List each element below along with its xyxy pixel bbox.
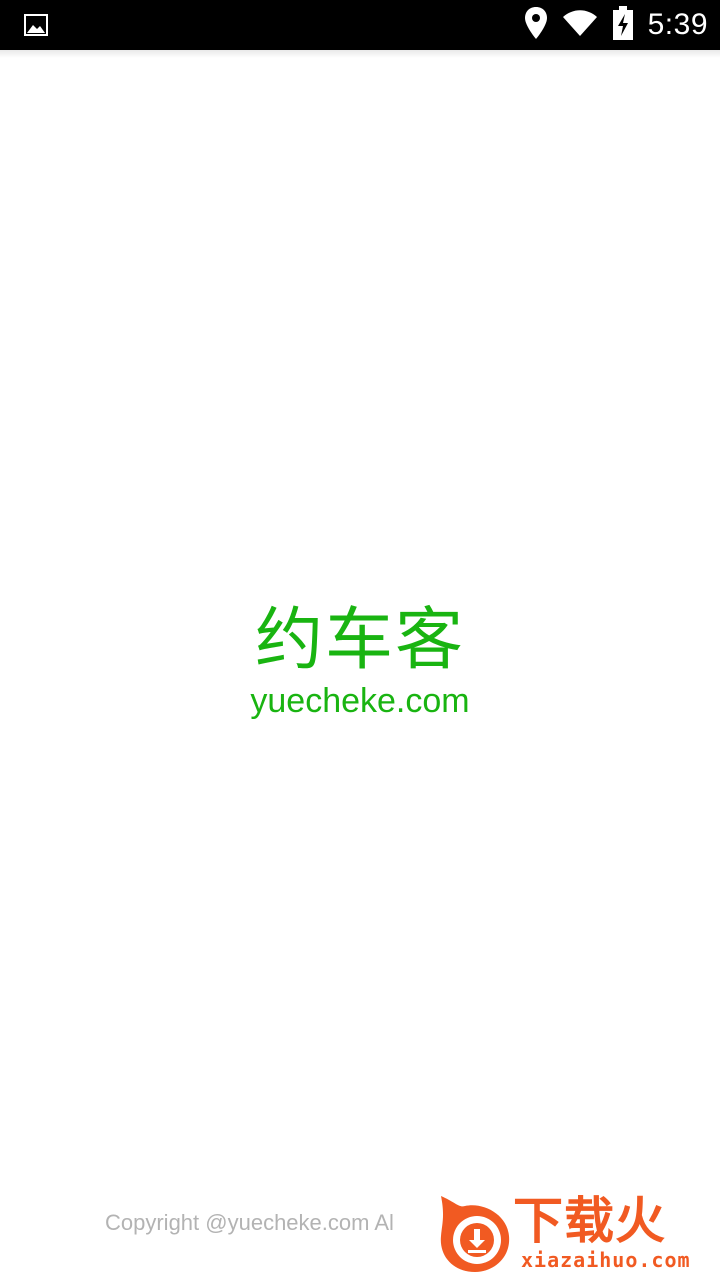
header-shadow: [0, 50, 720, 58]
wifi-icon: [562, 9, 598, 42]
image-notification-icon: [24, 13, 48, 37]
status-bar: 5:39: [0, 0, 720, 50]
app-title: 约车客: [254, 601, 465, 680]
splash-content: 约车客 yuecheke.com: [0, 596, 720, 722]
location-icon: [524, 6, 548, 45]
copyright-text: Copyright @yuecheke.com Al: [105, 1210, 394, 1235]
status-icons: 5:39: [524, 0, 708, 50]
watermark-site: xiazaihuo.com: [521, 1248, 691, 1272]
battery-charging-icon: [612, 5, 634, 45]
watermark-logo: 下载火 xiazaihuo.com: [425, 1186, 720, 1280]
watermark-name: 下载火: [513, 1192, 666, 1250]
download-flame-icon: [435, 1194, 515, 1274]
app-url: yuecheke.com: [250, 682, 470, 720]
status-time: 5:39: [647, 8, 708, 41]
